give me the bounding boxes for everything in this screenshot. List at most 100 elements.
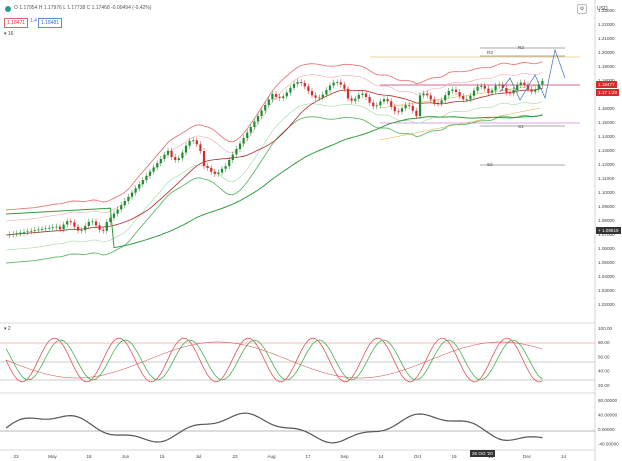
candle-body	[159, 159, 162, 164]
candle-body	[141, 180, 144, 185]
price-tick-label: 1.03000	[598, 288, 615, 293]
candle-body	[300, 82, 303, 83]
chart-canvas[interactable]: 1.230001.220001.210001.200001.190001.180…	[0, 0, 622, 461]
candle-body	[148, 171, 152, 176]
candle-body	[55, 226, 58, 228]
candle-body	[130, 192, 134, 197]
candle-body	[40, 229, 44, 230]
candle-body	[505, 87, 508, 93]
price-tick-label: 1.16000	[598, 106, 615, 111]
candle-body	[145, 175, 148, 180]
rsi-axis[interactable]: 100.00 80.00 60.00 40.00 20.00	[598, 326, 612, 388]
time-tick-label: 15	[159, 454, 165, 459]
candle-body	[289, 87, 292, 93]
price-tick-label: 1.10000	[598, 190, 615, 195]
candle-body	[246, 132, 249, 138]
candle-body	[22, 232, 26, 233]
macd-axis[interactable]: 80.00000 40.00000 0.00000 -40.00000	[598, 398, 619, 447]
crosshair-price-tag: + 1.08819	[596, 227, 621, 234]
candle-body	[480, 85, 483, 87]
candle-body	[235, 149, 238, 155]
candle-body	[296, 82, 299, 84]
candle-body	[264, 105, 267, 111]
fib-label-r3: R3	[487, 50, 493, 55]
candle-body	[541, 80, 544, 85]
candle-body	[346, 88, 350, 99]
candle-body	[134, 188, 137, 193]
candle-body	[195, 140, 198, 145]
candle-body	[242, 138, 245, 144]
candle-body	[429, 95, 432, 100]
time-tick-label: 23	[13, 454, 19, 459]
macd-tick-label: 40.00000	[598, 413, 618, 418]
candle-body	[8, 234, 11, 236]
candle-body	[393, 106, 396, 112]
time-tick-label: Sep	[340, 454, 349, 459]
price-tick-label: 1.22000	[598, 22, 615, 27]
candle-body	[228, 160, 231, 167]
candle-body	[102, 229, 105, 231]
candle-body	[372, 102, 375, 107]
candle-body	[91, 221, 94, 223]
candle-body	[314, 95, 317, 98]
candle-body	[249, 127, 252, 133]
candle-body	[368, 96, 371, 103]
candles-group[interactable]	[8, 77, 544, 238]
candle-body	[483, 85, 486, 89]
candle-body	[494, 85, 497, 91]
candle-body	[112, 213, 116, 218]
time-tick-label: 14	[561, 454, 567, 459]
candle-body	[84, 225, 87, 231]
candle-body	[105, 222, 108, 231]
time-tick-label: Jun	[122, 454, 130, 459]
price-axis[interactable]: 1.230001.220001.210001.200001.190001.180…	[598, 8, 615, 307]
candle-body	[48, 227, 51, 229]
candle-body	[418, 95, 422, 117]
candle-body	[444, 95, 447, 101]
candle-body	[238, 143, 242, 149]
candle-body	[530, 89, 533, 92]
candle-body	[274, 94, 278, 97]
price-tick-label: 1.13000	[598, 148, 615, 153]
price-tick-label: 1.06000	[598, 246, 615, 251]
candle-body	[202, 151, 206, 167]
candle-body	[332, 82, 335, 86]
price-tick-label: 1.11000	[598, 176, 615, 181]
time-tick-label: Dec	[523, 454, 532, 459]
candle-body	[379, 101, 382, 106]
rsi-tick-label: 80.00	[598, 340, 610, 345]
candle-body	[94, 221, 98, 226]
candle-body	[174, 157, 177, 160]
candle-body	[447, 90, 450, 96]
rsi-tick-label: 40.00	[598, 369, 610, 374]
candle-body	[217, 172, 220, 174]
candle-body	[184, 145, 188, 153]
candle-body	[523, 82, 526, 85]
candle-body	[138, 184, 141, 189]
candle-body	[127, 196, 130, 201]
candle-body	[451, 89, 454, 91]
candle-body	[516, 84, 519, 91]
candle-body	[177, 158, 180, 160]
candle-body	[415, 110, 418, 117]
candle-body	[66, 221, 69, 225]
candle-body	[267, 99, 270, 105]
price-tick-label: 1.15000	[598, 120, 615, 125]
candle-body	[62, 224, 65, 230]
candle-body	[37, 229, 40, 231]
current-price-tag: 1.18477	[596, 81, 617, 88]
candle-body	[166, 150, 170, 155]
candle-body	[282, 96, 285, 98]
candle-body	[271, 94, 274, 100]
candle-body	[163, 154, 166, 159]
candle-body	[382, 99, 386, 102]
candle-body	[26, 231, 29, 233]
candle-body	[440, 100, 443, 104]
candle-body	[33, 230, 36, 231]
price-tick-label: 1.14000	[598, 134, 615, 139]
price-tick-label: 1.19000	[598, 64, 615, 69]
candle-body	[292, 83, 296, 88]
candle-body	[206, 166, 209, 168]
candle-body	[411, 105, 414, 111]
candle-body	[325, 90, 328, 95]
